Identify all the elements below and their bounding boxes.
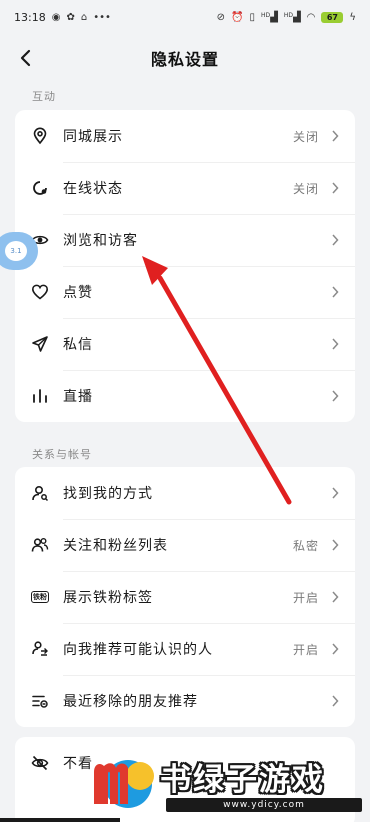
hd-label: HD bbox=[260, 11, 271, 19]
setting-row-label: 关注和粉丝列表 bbox=[63, 538, 168, 554]
send-icon bbox=[30, 334, 50, 354]
status-time: 13:18 bbox=[14, 10, 46, 24]
chevron-right-icon bbox=[331, 181, 341, 195]
removed-list-icon bbox=[30, 691, 50, 711]
setting-row-value: 开启 bbox=[292, 642, 319, 657]
fan-badge-icon: 铁粉 bbox=[30, 587, 50, 607]
hd-signal-icon: HD▟ bbox=[283, 11, 301, 23]
setting-row-value: 关闭 bbox=[292, 181, 319, 196]
setting-row-label: 向我推荐可能认识的人 bbox=[63, 642, 213, 658]
watermark-text: 书绿子游戏 bbox=[160, 762, 325, 798]
setting-row-label: 找到我的方式 bbox=[63, 486, 153, 502]
assistant-face-icon: 3.1 bbox=[5, 241, 27, 261]
users-icon bbox=[30, 535, 50, 555]
setting-row-value: 私密 bbox=[292, 538, 319, 553]
chevron-right-icon bbox=[331, 590, 341, 604]
watermark-url: www.ydicy.com bbox=[166, 798, 362, 812]
weibo-icon: ◉ bbox=[51, 11, 61, 23]
hd-signal-icon: HD▟ bbox=[260, 11, 278, 23]
nav-bar: 隐私设置 bbox=[0, 36, 370, 80]
chevron-right-icon bbox=[331, 285, 341, 299]
watermark: 书绿子游戏 www.ydicy.com bbox=[88, 752, 370, 816]
setting-row-online-status[interactable]: 在线状态 关闭 bbox=[15, 162, 355, 214]
settings-app-icon: ✿ bbox=[66, 11, 75, 23]
interaction-card: 同城展示 关闭 在线状态 关闭 浏览和访客 点赞 私信 直播 bbox=[15, 110, 355, 422]
setting-row-browse-visitors[interactable]: 浏览和访客 bbox=[15, 214, 355, 266]
setting-row-city-display[interactable]: 同城展示 关闭 bbox=[15, 110, 355, 162]
watermark-logo-icon bbox=[94, 760, 154, 808]
setting-row-value: 开启 bbox=[292, 590, 319, 605]
more-dots-icon: ••• bbox=[93, 11, 111, 23]
setting-row-direct-message[interactable]: 私信 bbox=[15, 318, 355, 370]
chevron-right-icon bbox=[331, 129, 341, 143]
setting-row-removed-recommend[interactable]: 最近移除的朋友推荐 bbox=[15, 675, 355, 727]
chevron-right-icon bbox=[331, 642, 341, 656]
location-pin-icon bbox=[30, 126, 50, 146]
bar-chart-icon bbox=[30, 386, 50, 406]
setting-row-live[interactable]: 直播 bbox=[15, 370, 355, 422]
setting-row-follow-fans-list[interactable]: 关注和粉丝列表 私密 bbox=[15, 519, 355, 571]
bubble-text: 3.1 bbox=[10, 247, 22, 255]
setting-row-label: 直播 bbox=[63, 389, 93, 405]
status-bar: 13:18 ◉ ✿ ⌂ ••• ⊘ ⏰ ▯ HD▟ HD▟ ◠ 67 ϟ bbox=[0, 0, 370, 34]
setting-row-label: 浏览和访客 bbox=[63, 233, 138, 249]
chevron-right-icon bbox=[331, 486, 341, 500]
fan-badge-text: 铁粉 bbox=[31, 591, 49, 603]
section-label-relations: 关系与帐号 bbox=[32, 448, 92, 461]
online-status-icon bbox=[30, 178, 50, 198]
back-arrow-icon bbox=[20, 49, 31, 67]
chevron-right-icon bbox=[331, 694, 341, 708]
status-left: 13:18 ◉ ✿ ⌂ ••• bbox=[14, 11, 111, 24]
alarm-icon: ⏰ bbox=[231, 11, 244, 23]
home-icon: ⌂ bbox=[80, 11, 88, 23]
floating-assistant-bubble[interactable]: 3.1 bbox=[0, 232, 38, 270]
recommend-people-icon bbox=[30, 639, 50, 659]
setting-row-value: 关闭 bbox=[292, 129, 319, 144]
charging-icon: ϟ bbox=[349, 11, 356, 23]
wifi-icon: ◠ bbox=[306, 11, 316, 23]
setting-row-likes[interactable]: 点赞 bbox=[15, 266, 355, 318]
setting-row-label: 私信 bbox=[63, 337, 93, 353]
battery-icon: 67 bbox=[321, 11, 344, 23]
chevron-right-icon bbox=[331, 538, 341, 552]
relations-card: 找到我的方式 关注和粉丝列表 私密 铁粉 展示铁粉标签 开启 向我推荐可能认识的… bbox=[15, 467, 355, 727]
section-label-interaction: 互动 bbox=[32, 90, 56, 103]
user-search-icon bbox=[30, 483, 50, 503]
mute-icon: ⊘ bbox=[216, 11, 225, 23]
vibrate-icon: ▯ bbox=[249, 11, 255, 23]
page-title: 隐私设置 bbox=[150, 50, 219, 69]
chevron-right-icon bbox=[331, 337, 341, 351]
bottom-bar bbox=[0, 818, 120, 822]
battery-level: 67 bbox=[326, 12, 338, 22]
chevron-right-icon bbox=[331, 389, 341, 403]
eye-off-icon bbox=[30, 753, 50, 773]
setting-row-recommend-people[interactable]: 向我推荐可能认识的人 开启 bbox=[15, 623, 355, 675]
setting-row-label: 同城展示 bbox=[63, 129, 123, 145]
status-right: ⊘ ⏰ ▯ HD▟ HD▟ ◠ 67 ϟ bbox=[216, 11, 356, 23]
chevron-right-icon bbox=[331, 233, 341, 247]
setting-row-label: 在线状态 bbox=[63, 181, 123, 197]
setting-row-label: 点赞 bbox=[63, 285, 93, 301]
setting-row-find-me[interactable]: 找到我的方式 bbox=[15, 467, 355, 519]
back-button[interactable] bbox=[12, 44, 40, 72]
heart-icon bbox=[30, 282, 50, 302]
setting-row-label: 最近移除的朋友推荐 bbox=[63, 694, 198, 710]
hd-label: HD bbox=[283, 11, 293, 19]
setting-row-fan-badge[interactable]: 铁粉 展示铁粉标签 开启 bbox=[15, 571, 355, 623]
setting-row-label: 展示铁粉标签 bbox=[63, 590, 153, 606]
